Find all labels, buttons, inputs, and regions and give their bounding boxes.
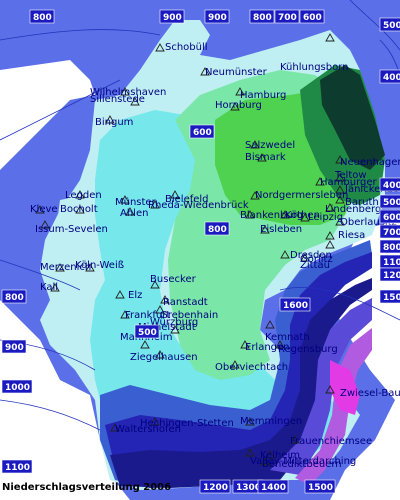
station-label: Legden (65, 190, 102, 201)
isoline-value-label: 500 (383, 21, 400, 31)
station-label: Salzwedel (245, 140, 295, 151)
isoline-value-label: 1100 (383, 258, 400, 268)
isoline-value-label: 900 (163, 13, 182, 23)
isoline-value-label: 600 (303, 13, 322, 23)
isoline-value-label: 900 (208, 13, 227, 23)
station-label: Dresden (290, 250, 332, 261)
station-label: Hornburg (215, 100, 262, 111)
isoline-value-label: 800 (253, 13, 272, 23)
isoline-value-label: 800 (208, 225, 227, 235)
precipitation-map: Schobüll Kühlungsborn Neumünster Wilhelmsha… (0, 0, 400, 500)
isoline-value-label: 1400 (261, 483, 286, 493)
station-label: Nordgermersleben (255, 190, 348, 201)
station-label: Memmingen (240, 416, 302, 427)
station-label: Riesa (338, 230, 365, 241)
isoline-value-label: 1300 (236, 483, 261, 493)
station-label: Oberviechtach (215, 362, 288, 373)
station-label: Waltershofen (115, 424, 181, 435)
station-label: Hamburger (320, 177, 378, 188)
map-canvas: SchobüllKühlungsbornNeumünsterWilhelmsha… (0, 0, 400, 500)
station-label: Eisleben (260, 224, 302, 235)
station-label: Schobüll (165, 42, 208, 53)
station-label: Neumünster (205, 67, 268, 78)
isoline-value-label: 800 (5, 293, 24, 303)
isoline-value-label: 1100 (5, 463, 30, 473)
isoline-value-label: 700 (278, 13, 297, 23)
station-label: Kall (40, 282, 58, 293)
isoline-value-label: 600 (383, 213, 400, 223)
station-label: Bismark (245, 152, 286, 163)
station-label: Köln-Weiß (75, 260, 124, 271)
station-label: Bocholt (60, 204, 98, 215)
station-label: Ahlen (120, 208, 148, 219)
station-label: Ziegelhausen (130, 352, 198, 363)
station-label: Kleve (30, 204, 58, 215)
isoline-value-label: 500 (138, 328, 157, 338)
station-label: Köthen (285, 210, 320, 221)
isoline-value-label: 700 (383, 228, 400, 238)
isoline-value-label: 1500 (308, 483, 333, 493)
isoline-value-label: 400 (383, 73, 400, 83)
station-label: Elz (128, 290, 142, 301)
station-label: Busecker (150, 274, 197, 285)
station-label: Zwiesel-Baus (340, 388, 400, 399)
station-label: Benediktbeuern (262, 459, 342, 470)
isoline-value-label: 1600 (283, 301, 308, 311)
isoline-value-label: 600 (193, 128, 212, 138)
station-label: Ranstadt (163, 297, 208, 308)
isoline-value-label: 1200 (203, 483, 228, 493)
isoline-value-label: 800 (33, 13, 52, 23)
isoline-value-label: 400 (383, 181, 400, 191)
isoline-value-label: 1200 (383, 271, 400, 281)
isoline-value-label: 500 (383, 198, 400, 208)
station-label: Rheda-Wiedenbrück (148, 200, 249, 211)
isoline-value-label: 1500 (383, 293, 400, 303)
map-title: Niederschlagsverteilung 2006 (2, 482, 171, 493)
isoline-value-label: 1000 (5, 383, 30, 393)
station-label: Issum-Sevelen (35, 224, 108, 235)
isoline-value-label: 900 (5, 343, 24, 353)
station-label: Kühlungsborn (280, 62, 349, 73)
station-label: Sillenstede (90, 94, 145, 105)
station-label: Erlangen (245, 342, 290, 353)
station-label: Frauenchiemsee (290, 436, 372, 447)
station-label: Neuenhagen (340, 157, 400, 168)
isoline-value-label: 800 (383, 243, 400, 253)
station-label: Bingum (95, 117, 133, 128)
